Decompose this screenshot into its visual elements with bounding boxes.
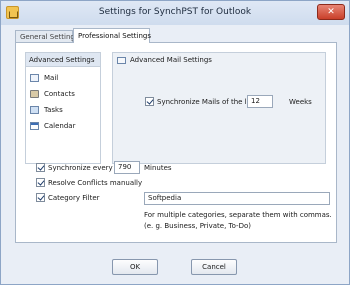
- mail-settings-icon: [117, 57, 126, 64]
- sync-weeks-unit: Weeks: [289, 98, 312, 106]
- category-filter-checkbox[interactable]: [36, 193, 45, 202]
- sync-weeks-input[interactable]: 12: [247, 95, 273, 108]
- ok-button[interactable]: OK: [112, 259, 158, 275]
- sidebar-item-label: Mail: [44, 74, 59, 82]
- sync-mails-checkbox[interactable]: [145, 97, 154, 106]
- sidebar-header: Advanced Settings: [26, 53, 100, 67]
- resolve-conflicts-label: Resolve Conflicts manually: [48, 179, 143, 187]
- close-button[interactable]: ✕: [317, 4, 345, 20]
- window-title: Settings for SynchPST for Outlook: [98, 7, 252, 17]
- advanced-mail-settings-box: Advanced Mail Settings Synchronize Mails…: [112, 52, 326, 164]
- tab-professional-settings[interactable]: Professional Settings: [73, 28, 151, 43]
- category-filter-input[interactable]: Softpedia: [144, 192, 330, 205]
- resolve-conflicts-checkbox[interactable]: [36, 178, 45, 187]
- calendar-icon: [30, 122, 39, 130]
- category-help-line-1: For multiple categories, separate them w…: [144, 211, 332, 219]
- sidebar-item-label: Calendar: [44, 122, 76, 130]
- title-bar: Settings for SynchPST for Outlook ✕: [1, 1, 349, 25]
- category-filter-label: Category Filter: [48, 194, 100, 202]
- sync-every-unit: Minutes: [144, 164, 172, 172]
- tasks-icon: [30, 106, 39, 114]
- contacts-icon: [30, 90, 39, 98]
- advanced-mail-title: Advanced Mail Settings: [130, 56, 212, 64]
- mail-icon: [30, 74, 39, 82]
- settings-window: Settings for SynchPST for Outlook ✕ Gene…: [0, 0, 350, 285]
- sync-mails-label: Synchronize Mails of the last: [157, 98, 258, 106]
- cancel-button[interactable]: Cancel: [191, 259, 237, 275]
- sync-every-checkbox[interactable]: [36, 163, 45, 172]
- advanced-settings-sidebar: Advanced Settings Mail Contacts Tasks Ca…: [25, 52, 101, 164]
- sidebar-item-label: Tasks: [44, 106, 63, 114]
- sync-every-label: Synchronize every: [48, 164, 113, 172]
- sidebar-item-label: Contacts: [44, 90, 75, 98]
- sync-every-input[interactable]: 790: [114, 161, 140, 174]
- category-help-line-2: (e. g. Business, Private, To-Do): [144, 222, 251, 230]
- advanced-mail-header: Advanced Mail Settings: [113, 53, 325, 68]
- professional-settings-panel: Advanced Settings Mail Contacts Tasks Ca…: [15, 42, 337, 243]
